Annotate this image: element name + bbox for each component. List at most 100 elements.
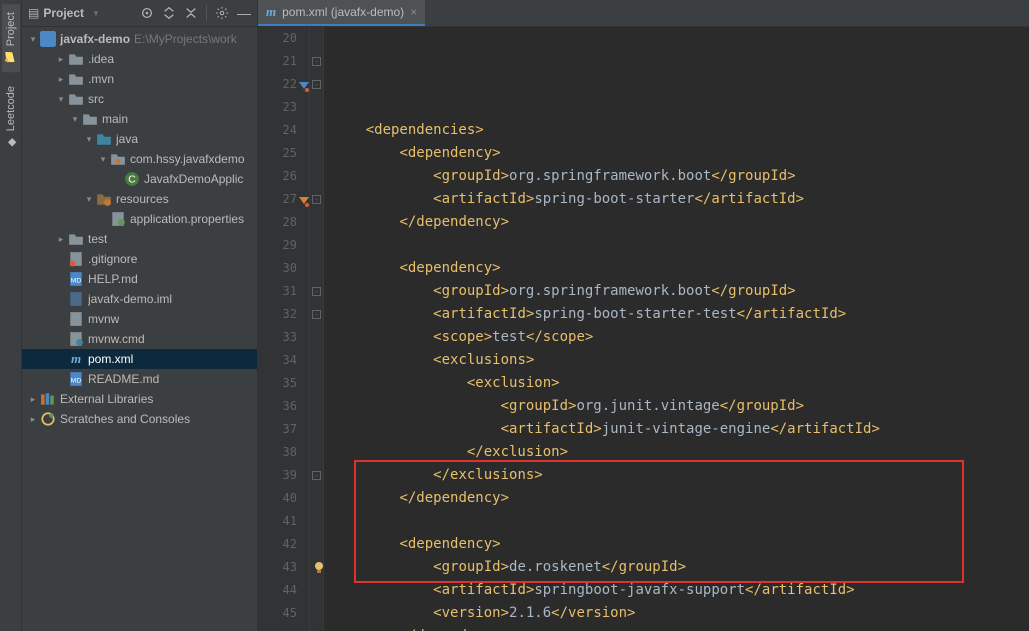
code-line[interactable]: <scope>test</scope>: [332, 326, 1029, 349]
line-number[interactable]: 33: [258, 326, 297, 349]
line-number[interactable]: 35: [258, 372, 297, 395]
fold-toggle-icon[interactable]: -: [312, 195, 321, 204]
fold-toggle-icon[interactable]: -: [312, 310, 321, 319]
line-number[interactable]: 30: [258, 257, 297, 280]
tree-row[interactable]: MDREADME.md: [22, 369, 257, 389]
tree-row[interactable]: ▾resources: [22, 189, 257, 209]
line-number[interactable]: 44: [258, 579, 297, 602]
expand-all-icon[interactable]: [162, 6, 176, 20]
code-line[interactable]: <exclusions>: [332, 349, 1029, 372]
chevron-icon[interactable]: ▸: [54, 74, 68, 85]
close-icon[interactable]: ×: [410, 5, 417, 19]
code-line[interactable]: <dependency>: [332, 142, 1029, 165]
fold-column[interactable]: - - - - - -: [310, 27, 324, 631]
fold-toggle-icon[interactable]: -: [312, 80, 321, 89]
fold-toggle-icon[interactable]: -: [312, 471, 321, 480]
code-line[interactable]: </dependency>: [332, 211, 1029, 234]
code-line[interactable]: <exclusion>: [332, 372, 1029, 395]
tree-row[interactable]: javafx-demo.iml: [22, 289, 257, 309]
gutter-mark-icon[interactable]: [299, 192, 307, 200]
leetcode-side-tab[interactable]: ◆ Leetcode: [2, 78, 20, 157]
code-area[interactable]: <dependencies> <dependency> <groupId>org…: [324, 27, 1029, 631]
tree-row[interactable]: ▾com.hssy.javafxdemo: [22, 149, 257, 169]
line-number[interactable]: 31: [258, 280, 297, 303]
line-number[interactable]: 36: [258, 395, 297, 418]
collapse-all-icon[interactable]: [184, 6, 198, 20]
code-line[interactable]: </exclusions>: [332, 464, 1029, 487]
tree-row[interactable]: ▾src: [22, 89, 257, 109]
select-opened-file-icon[interactable]: [140, 6, 154, 20]
code-line[interactable]: [332, 234, 1029, 257]
code-line[interactable]: </dependency>: [332, 625, 1029, 631]
chevron-icon[interactable]: ▾: [82, 134, 96, 145]
code-line[interactable]: <artifactId>spring-boot-starter-test</ar…: [332, 303, 1029, 326]
chevron-icon[interactable]: ▾: [82, 194, 96, 205]
editor-tab-pom[interactable]: m pom.xml (javafx-demo) ×: [258, 0, 425, 26]
tree-row[interactable]: ▸test: [22, 229, 257, 249]
dropdown-icon[interactable]: ▼: [92, 9, 100, 18]
tree-external-libs[interactable]: ▸ External Libraries: [22, 389, 257, 409]
tree-scratches[interactable]: ▸ Scratches and Consoles: [22, 409, 257, 429]
tree-row[interactable]: ▾java: [22, 129, 257, 149]
code-line[interactable]: <artifactId>junit-vintage-engine</artifa…: [332, 418, 1029, 441]
tree-row[interactable]: application.properties: [22, 209, 257, 229]
chevron-icon[interactable]: ▸: [54, 54, 68, 65]
line-number[interactable]: 20: [258, 27, 297, 50]
line-number[interactable]: 43: [258, 556, 297, 579]
line-number[interactable]: 24: [258, 119, 297, 142]
line-number[interactable]: 29: [258, 234, 297, 257]
tree-root[interactable]: ▾ javafx-demo E:\MyProjects\work: [22, 29, 257, 49]
project-tree[interactable]: ▾ javafx-demo E:\MyProjects\work ▸.idea▸…: [22, 27, 257, 631]
tree-row[interactable]: mpom.xml: [22, 349, 257, 369]
line-number[interactable]: 25: [258, 142, 297, 165]
line-number[interactable]: 40: [258, 487, 297, 510]
fold-toggle-icon[interactable]: -: [312, 287, 321, 296]
hide-icon[interactable]: —: [237, 6, 251, 20]
chevron-icon[interactable]: ▾: [68, 114, 82, 125]
code-line[interactable]: [332, 96, 1029, 119]
tree-row[interactable]: ▸.mvn: [22, 69, 257, 89]
code-line[interactable]: <artifactId>springboot-javafx-support</a…: [332, 579, 1029, 602]
tree-row[interactable]: ▾main: [22, 109, 257, 129]
chevron-right-icon[interactable]: ▸: [26, 414, 40, 425]
line-number[interactable]: 21: [258, 50, 297, 73]
fold-toggle-icon[interactable]: -: [312, 57, 321, 66]
line-number[interactable]: 42: [258, 533, 297, 556]
line-number[interactable]: 39: [258, 464, 297, 487]
line-number[interactable]: 26: [258, 165, 297, 188]
tree-row[interactable]: ▸.idea: [22, 49, 257, 69]
line-number[interactable]: 34: [258, 349, 297, 372]
tree-row[interactable]: MDHELP.md: [22, 269, 257, 289]
line-number[interactable]: 45: [258, 602, 297, 625]
code-line[interactable]: [332, 510, 1029, 533]
line-number[interactable]: 22: [258, 73, 297, 96]
code-line[interactable]: <dependency>: [332, 533, 1029, 556]
code-line[interactable]: <groupId>org.springframework.boot</group…: [332, 165, 1029, 188]
settings-icon[interactable]: [215, 6, 229, 20]
line-number[interactable]: 41: [258, 510, 297, 533]
gutter-mark-icon[interactable]: [299, 77, 307, 85]
code-line[interactable]: <dependencies>: [332, 119, 1029, 142]
code-line[interactable]: </exclusion>: [332, 441, 1029, 464]
chevron-icon[interactable]: ▾: [54, 94, 68, 105]
line-number[interactable]: 32: [258, 303, 297, 326]
line-number[interactable]: 23: [258, 96, 297, 119]
code-line[interactable]: <artifactId>spring-boot-starter</artifac…: [332, 188, 1029, 211]
chevron-down-icon[interactable]: ▾: [26, 34, 40, 45]
line-number[interactable]: 28: [258, 211, 297, 234]
code-line[interactable]: <version>2.1.6</version>: [332, 602, 1029, 625]
tree-row[interactable]: CJavafxDemoApplic: [22, 169, 257, 189]
line-number[interactable]: 38: [258, 441, 297, 464]
tree-row[interactable]: mvnw.cmd: [22, 329, 257, 349]
code-line[interactable]: </dependency>: [332, 487, 1029, 510]
line-gutter[interactable]: 2021222324252627282930313233343536373839…: [258, 27, 310, 631]
chevron-right-icon[interactable]: ▸: [26, 394, 40, 405]
line-number[interactable]: 27: [258, 188, 297, 211]
code-line[interactable]: <groupId>org.junit.vintage</groupId>: [332, 395, 1029, 418]
code-line[interactable]: <groupId>de.roskenet</groupId>: [332, 556, 1029, 579]
tree-row[interactable]: .gitignore: [22, 249, 257, 269]
chevron-icon[interactable]: ▸: [54, 234, 68, 245]
code-line[interactable]: <dependency>: [332, 257, 1029, 280]
chevron-icon[interactable]: ▾: [96, 154, 110, 165]
tree-row[interactable]: mvnw: [22, 309, 257, 329]
